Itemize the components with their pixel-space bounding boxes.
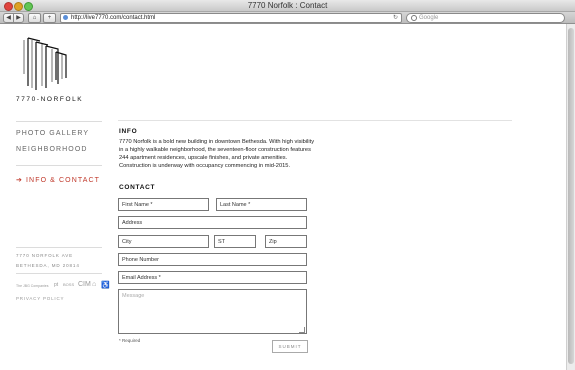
content-divider	[118, 120, 512, 121]
logo-wordmark: 7770-NORFOLK	[16, 96, 84, 103]
address-line-1: 7770 NORFOLK AVE	[16, 253, 74, 258]
nav-neighborhood[interactable]: NEIGHBORHOOD	[16, 146, 88, 153]
sidebar-divider	[16, 247, 102, 248]
info-paragraph: 7770 Norfolk is a bold new building in d…	[119, 139, 315, 169]
nav-info-contact[interactable]: ➔ INFO & CONTACT	[16, 176, 100, 184]
forward-button[interactable]: ▶	[13, 13, 24, 23]
accessibility-icon: ♿	[101, 282, 110, 289]
required-note: * Required	[119, 338, 141, 343]
url-text[interactable]: http://live7770.com/contact.html	[71, 14, 155, 22]
search-placeholder[interactable]: Google	[419, 14, 438, 22]
submit-button[interactable]: SUBMIT	[272, 340, 308, 353]
info-heading: INFO	[119, 128, 138, 135]
site-globe-icon	[63, 15, 68, 20]
pt-logo[interactable]: pt	[54, 282, 58, 288]
vertical-scrollbar[interactable]	[566, 24, 575, 370]
boss-logo[interactable]: BOSS	[63, 282, 74, 287]
privacy-policy-link[interactable]: PRIVACY POLICY	[16, 296, 64, 301]
cim-logo[interactable]: CIM	[78, 281, 91, 288]
scrollbar-thumb[interactable]	[568, 28, 574, 364]
state-field[interactable]	[214, 235, 256, 248]
message-field[interactable]	[118, 289, 307, 334]
city-field[interactable]	[118, 235, 209, 248]
nav-photo-gallery[interactable]: PHOTO GALLERY	[16, 130, 89, 137]
sidebar-divider	[16, 165, 102, 166]
building-logo[interactable]	[20, 34, 72, 92]
contact-heading: CONTACT	[119, 184, 156, 191]
browser-toolbar: ◀ ▶ ⌂ + http://live7770.com/contact.html…	[0, 12, 575, 24]
address-bar[interactable]: http://live7770.com/contact.html ↻	[60, 13, 402, 23]
last-name-field[interactable]	[216, 198, 307, 211]
reload-icon[interactable]: ↻	[393, 14, 398, 22]
resize-grip-icon[interactable]	[299, 327, 305, 333]
window-titlebar: 7770 Norfolk : Contact	[0, 0, 575, 12]
zip-field[interactable]	[265, 235, 307, 248]
home-button[interactable]: ⌂	[28, 13, 41, 23]
address-line-2: BETHESDA, MD 20814	[16, 263, 80, 268]
search-bar[interactable]: Google	[406, 13, 565, 23]
jbg-logo[interactable]: The JBG Companies	[16, 284, 49, 288]
equal-housing-icon: ⌂	[92, 281, 97, 288]
sidebar-divider	[16, 121, 102, 122]
first-name-field[interactable]	[118, 198, 209, 211]
email-field[interactable]	[118, 271, 307, 284]
address-field[interactable]	[118, 216, 307, 229]
add-bookmark-button[interactable]: +	[43, 13, 56, 23]
window-title: 7770 Norfolk : Contact	[247, 1, 328, 10]
phone-field[interactable]	[118, 253, 307, 266]
sidebar-divider	[16, 273, 102, 274]
search-icon	[411, 15, 417, 21]
partner-logos: The JBG Companies pt BOSS CIM ⌂ ♿	[16, 281, 110, 292]
